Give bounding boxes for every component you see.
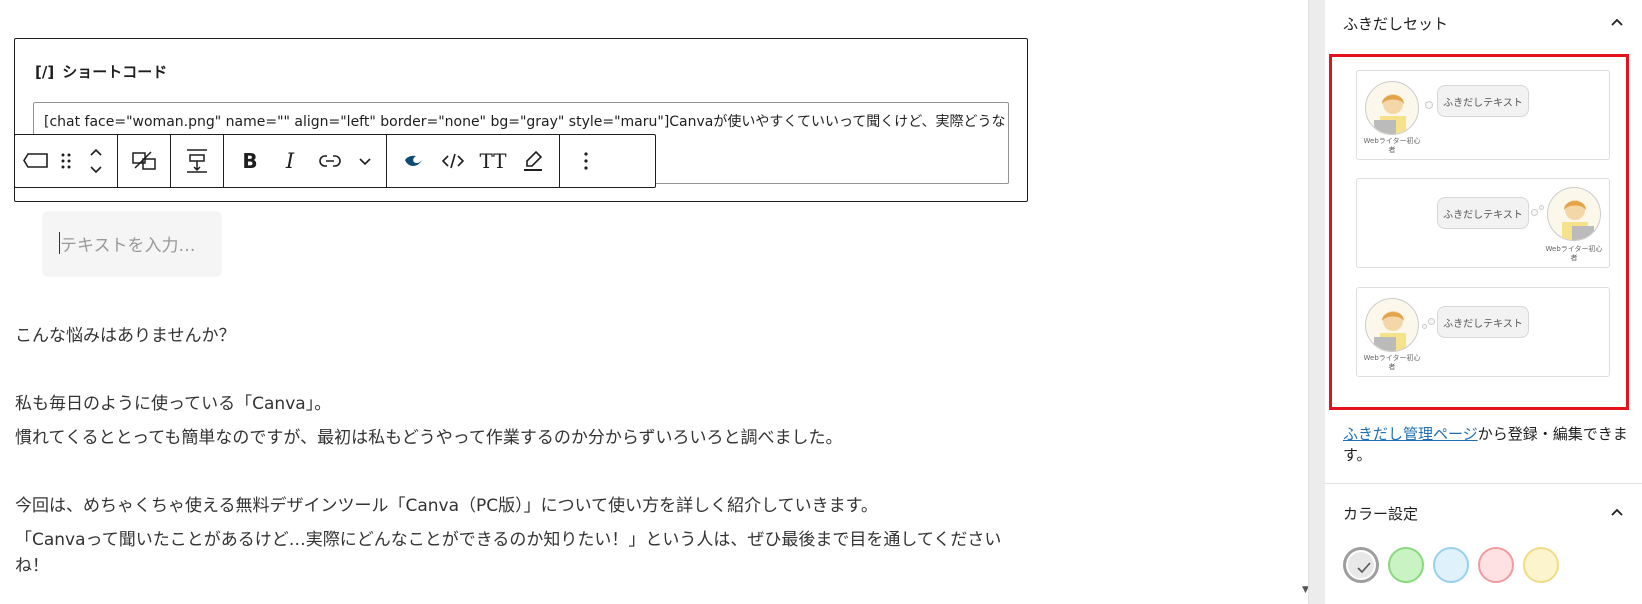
move-up-down-button[interactable] — [81, 135, 111, 187]
avatar-name-label: Webライター初心者 — [1363, 137, 1421, 154]
transform-icon — [132, 151, 156, 170]
fukidashi-card-1[interactable]: Webライター初心者 ふきだしテキスト — [1356, 70, 1610, 160]
color-swatch-blue[interactable] — [1433, 547, 1469, 583]
color-swatch-green[interactable] — [1388, 547, 1424, 583]
toolbar-group-options — [560, 135, 612, 187]
align-icon — [187, 149, 207, 173]
bold-icon: B — [242, 149, 258, 173]
link-icon — [319, 155, 341, 167]
toolbar-group-align — [171, 135, 224, 187]
bubble-think-dot-small — [1539, 205, 1544, 210]
fukidashi-card-2[interactable]: ふきだしテキスト Webライター初心者 — [1356, 178, 1610, 268]
woman-avatar-icon — [1374, 94, 1406, 134]
chevron-up-icon[interactable] — [1609, 14, 1625, 30]
italic-button[interactable]: I — [270, 135, 310, 187]
more-chevron-icon — [359, 158, 371, 166]
bubble-think-dot-large — [1428, 318, 1435, 325]
italic-icon: I — [285, 149, 295, 173]
fukidashi-bubble: ふきだしテキスト — [1437, 85, 1529, 117]
block-type-button[interactable] — [21, 135, 51, 187]
settings-sidebar: ふきだしセット Webライター初心者 ふきだしテキスト ふきだしテキスト Web… — [1308, 0, 1642, 604]
shortcode-icon: [/] — [35, 63, 55, 81]
align-button[interactable] — [177, 135, 217, 187]
highlight-button[interactable] — [393, 135, 433, 187]
fukidashi-bubble: ふきだしテキスト — [1437, 306, 1529, 338]
block-icon — [23, 153, 48, 168]
marker-icon — [524, 150, 543, 171]
text-size-icon: TT — [479, 149, 507, 173]
woman-avatar-icon — [1562, 200, 1594, 240]
link-button[interactable] — [310, 135, 350, 187]
paragraph-2[interactable]: 私も毎日のように使っている「Canva」。 — [15, 391, 331, 417]
fukidashi-manage-link[interactable]: ふきだし管理ページ — [1343, 425, 1478, 443]
bold-button[interactable]: B — [230, 135, 270, 187]
chevron-up-icon[interactable] — [1609, 504, 1625, 520]
color-swatch-gray[interactable] — [1343, 547, 1379, 583]
block-toolbar: B I TT — [14, 134, 656, 188]
highlight-icon — [405, 155, 422, 166]
paragraph-1[interactable]: こんな悩みはありませんか？ — [15, 323, 236, 349]
code-button[interactable] — [433, 135, 473, 187]
paragraph-3[interactable]: 慣れてくるととっても簡単なのですが、最初は私もどうやって作業するのか分からずいろ… — [15, 425, 843, 451]
check-icon — [1357, 562, 1371, 574]
avatar-woman — [1365, 81, 1419, 135]
fukidashi-panel-title[interactable]: ふきだしセット — [1343, 13, 1448, 34]
color-swatch-red[interactable] — [1478, 547, 1514, 583]
shortcode-title: ショートコード — [62, 63, 168, 81]
fukidashi-manage-note: ふきだし管理ページから登録・編集できます。 — [1343, 424, 1633, 466]
color-swatch-yellow[interactable] — [1523, 547, 1559, 583]
woman-avatar-icon — [1374, 311, 1406, 351]
options-button[interactable] — [566, 135, 606, 187]
shortcode-block-label: [/] ショートコード — [35, 61, 167, 82]
panel-divider — [1325, 483, 1642, 484]
bubble-think-dot-large — [1531, 209, 1538, 216]
drag-handle-icon — [61, 153, 71, 169]
paragraph-5[interactable]: 「Canvaって聞いたことがあるけど…実際にどんなことができるのか知りたい！」と… — [15, 527, 1035, 579]
placeholder-text: テキストを入力… — [60, 236, 196, 256]
paragraph-4[interactable]: 今回は、めちゃくちゃ使える無料デザインツール「Canva（PC版）」について使い… — [15, 493, 878, 519]
editor-canvas: [/] ショートコード [chat face="woman.png" name="… — [0, 0, 1308, 604]
avatar-woman — [1365, 298, 1419, 352]
transform-button[interactable] — [124, 135, 164, 187]
fukidashi-card-3[interactable]: Webライター初心者 ふきだしテキスト — [1356, 287, 1610, 377]
code-icon — [442, 153, 464, 169]
toolbar-group-block — [15, 135, 118, 187]
sidebar-gutter — [1309, 0, 1325, 604]
avatar-name-label: Webライター初心者 — [1545, 245, 1603, 262]
avatar-woman — [1547, 187, 1601, 241]
chat-bubble-placeholder[interactable]: テキストを入力… — [42, 211, 222, 277]
move-up-down-icon — [90, 148, 102, 174]
more-formats-button[interactable] — [350, 135, 380, 187]
text-size-button[interactable]: TT — [473, 135, 513, 187]
bubble-think-dot-small — [1422, 324, 1427, 329]
drag-handle[interactable] — [51, 135, 81, 187]
avatar-name-label: Webライター初心者 — [1363, 354, 1421, 371]
fukidashi-set-list: Webライター初心者 ふきだしテキスト ふきだしテキスト Webライター初心者 … — [1329, 54, 1629, 410]
options-icon — [584, 152, 588, 170]
color-panel-title[interactable]: カラー設定 — [1343, 503, 1418, 524]
toolbar-group-transform — [118, 135, 171, 187]
fukidashi-bubble: ふきだしテキスト — [1437, 197, 1529, 229]
marker-button[interactable] — [513, 135, 553, 187]
app-root: [/] ショートコード [chat face="woman.png" name="… — [0, 0, 1642, 604]
toolbar-group-extra: TT — [387, 135, 560, 187]
bubble-tail — [1425, 101, 1433, 109]
toolbar-group-format: B I — [224, 135, 387, 187]
